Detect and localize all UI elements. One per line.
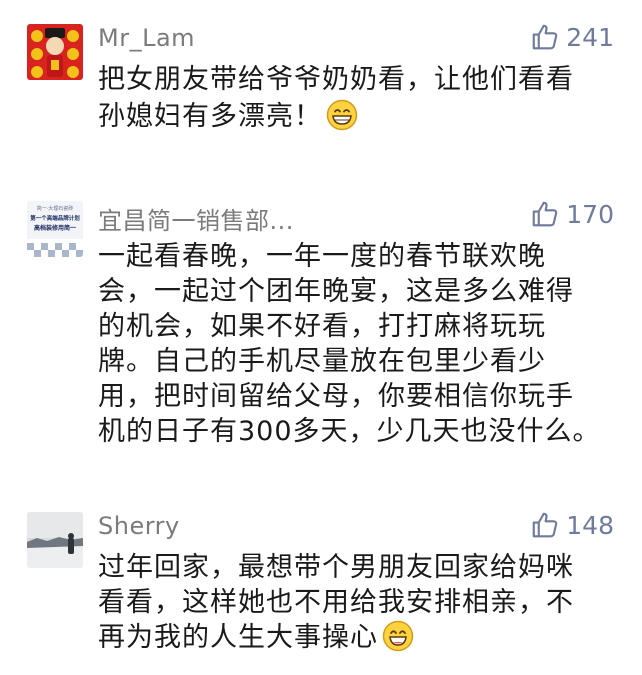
smiling-face-icon: [382, 620, 414, 652]
comment-line: 一起看春晚，一年一度的春节联欢晚: [98, 241, 546, 272]
brand-ad-avatar: 简一·大理石瓷砖 第一个高端品牌计划 高档装修用简一: [27, 201, 83, 257]
comment-line: 牌。自己的手机尽量放在包里少看少: [98, 346, 546, 377]
username[interactable]: Mr_Lam: [98, 24, 195, 52]
snowy-landscape-avatar: [27, 512, 83, 568]
comment-line: 孙媳妇有多漂亮！: [98, 99, 608, 134]
like-button[interactable]: 148: [530, 510, 614, 540]
god-of-wealth-avatar: [27, 24, 83, 80]
comment-text: 过年回家，最想带个男朋友回家给妈咪 看看，这样她也不用给我安排相亲，不 再为我的…: [98, 550, 608, 655]
comment-text: 一起看春晚，一年一度的春节联欢晚 会，一起过个团年晚宴，这是多么难得 的机会，如…: [98, 239, 608, 449]
username[interactable]: Sherry: [98, 512, 180, 540]
avatar[interactable]: [27, 512, 83, 568]
username[interactable]: 宜昌简一销售部...: [98, 201, 294, 236]
like-count: 241: [566, 22, 614, 52]
comment-line: 机的日子有300多天，少几天也没什么。: [98, 416, 601, 447]
avatar-slogan-text: 高档装修用简一: [34, 224, 76, 232]
like-button[interactable]: 170: [530, 199, 614, 229]
comment-text: 把女朋友带给爷爷奶奶看，让他们看看 孙媳妇有多漂亮！: [98, 62, 608, 134]
comment-line: 过年回家，最想带个男朋友回家给妈咪: [98, 552, 574, 583]
comment-line-text: 再为我的人生大事操心: [98, 622, 378, 653]
avatar-brand-text: 简一·大理石瓷砖: [37, 205, 74, 212]
comment-line: 会，一起过个团年晚宴，这是多么难得: [98, 276, 574, 307]
comment-line: 看看，这样她也不用给我安排相亲，不: [98, 587, 574, 618]
comment-line: 用，把时间留给父母，你要相信你玩手: [98, 381, 574, 412]
like-count: 148: [566, 510, 614, 540]
thumbs-up-icon: [532, 512, 558, 538]
like-button[interactable]: 241: [530, 22, 614, 52]
avatar[interactable]: 简一·大理石瓷砖 第一个高端品牌计划 高档装修用简一: [27, 201, 83, 257]
comment-line: 把女朋友带给爷爷奶奶看，让他们看看: [98, 64, 574, 95]
comment-line: 的机会，如果不好看，打打麻将玩玩: [98, 311, 546, 342]
comment-line-text: 孙媳妇有多漂亮！: [98, 101, 322, 132]
comment-line: 再为我的人生大事操心: [98, 620, 608, 655]
grinning-face-icon: [326, 99, 358, 131]
avatar-plan-text: 第一个高端品牌计划: [30, 214, 80, 222]
thumbs-up-icon: [532, 24, 558, 50]
like-count: 170: [566, 199, 614, 229]
avatar[interactable]: [27, 24, 83, 80]
thumbs-up-icon: [532, 201, 558, 227]
